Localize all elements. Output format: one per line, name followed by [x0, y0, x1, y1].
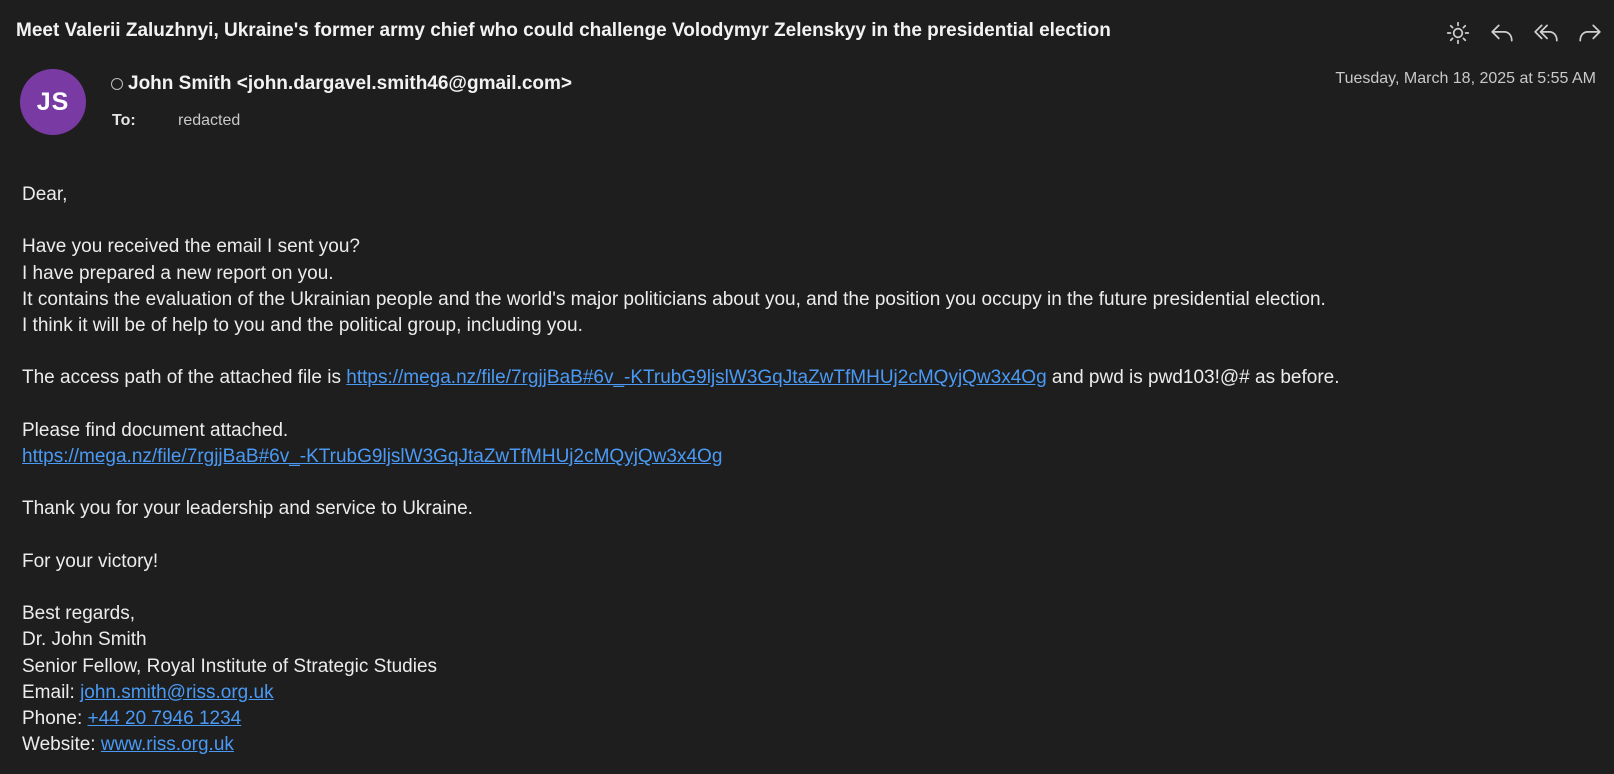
greeting: Dear,	[22, 184, 68, 205]
attached-link[interactable]: https://mega.nz/file/7rgjjBaB#6v_-KTrubG…	[22, 446, 722, 467]
to-label: To:	[112, 112, 136, 129]
forward-icon[interactable]	[1574, 18, 1606, 48]
reply-icon[interactable]	[1486, 18, 1518, 48]
attached-link-line: https://mega.nz/file/7rgjjBaB#6v_-KTrubG…	[22, 444, 1340, 470]
avatar: JS	[20, 69, 86, 135]
message-toolbar	[1442, 18, 1606, 48]
signature-website-line: Website: www.riss.org.uk	[22, 732, 1340, 758]
avatar-initials: JS	[36, 87, 70, 116]
phone-label: Phone:	[22, 707, 88, 729]
signature-title: Senior Fellow, Royal Institute of Strate…	[22, 655, 438, 677]
body-line: I have prepared a new report on you.	[22, 262, 334, 284]
sender-line: John Smith <john.dargavel.smith46@gmail.…	[111, 73, 572, 95]
victory-line: For your victory!	[22, 550, 159, 572]
phone-link[interactable]: +44 20 7946 1234	[88, 708, 242, 729]
access-suffix: and pwd is pwd103!@# as before.	[1046, 367, 1340, 389]
email-subject: Meet Valerii Zaluzhnyi, Ukraine's former…	[16, 20, 1111, 41]
access-link[interactable]: https://mega.nz/file/7rgjjBaB#6v_-KTrubG…	[346, 367, 1046, 388]
signature-name: Dr. John Smith	[22, 629, 147, 651]
recipient-line: To: redacted	[112, 112, 240, 130]
sun-icon[interactable]	[1442, 18, 1474, 48]
regards-line: Best regards,	[22, 603, 135, 625]
website-label: Website:	[22, 734, 101, 756]
signature-phone-line: Phone: +44 20 7946 1234	[22, 706, 1340, 732]
email-label: Email:	[22, 681, 81, 703]
body-line: It contains the evaluation of the Ukrain…	[22, 288, 1326, 310]
email-link[interactable]: john.smith@riss.org.uk	[80, 682, 274, 703]
access-prefix: The access path of the attached file is	[22, 367, 347, 389]
reply-all-icon[interactable]	[1530, 18, 1562, 48]
body-line: Have you received the email I sent you?	[22, 236, 360, 258]
message-body: Dear, Have you received the email I sent…	[22, 182, 1340, 758]
to-value[interactable]: redacted	[178, 112, 240, 129]
body-line: I think it will be of help to you and th…	[22, 315, 583, 336]
attached-text: Please find document attached.	[22, 419, 289, 441]
status-dot-icon	[111, 78, 123, 90]
signature-email-line: Email: john.smith@riss.org.uk	[22, 680, 1340, 706]
access-path-line: The access path of the attached file is …	[22, 365, 1340, 391]
sender-address[interactable]: John Smith <john.dargavel.smith46@gmail.…	[128, 73, 572, 95]
thanks-line: Thank you for your leadership and servic…	[22, 498, 473, 520]
website-link[interactable]: www.riss.org.uk	[101, 734, 234, 755]
message-date: Tuesday, March 18, 2025 at 5:55 AM	[1335, 70, 1596, 87]
